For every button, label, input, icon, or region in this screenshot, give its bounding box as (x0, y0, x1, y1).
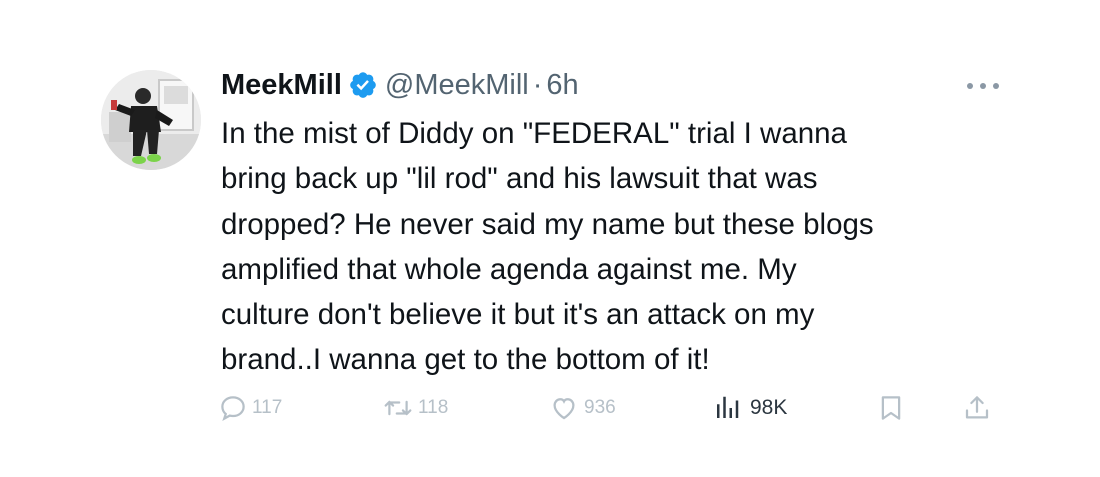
like-button[interactable]: 936 (548, 388, 616, 428)
reply-button[interactable]: 117 (218, 388, 282, 428)
like-count: 936 (584, 397, 616, 418)
views-count: 98K (750, 396, 788, 419)
verified-badge-icon (348, 70, 378, 100)
tweet-card[interactable]: MeekMill @MeekMill · 6h In the mist of D… (0, 0, 1100, 477)
tweet-text-line: culture don't believe it but it's an att… (221, 298, 815, 332)
tweet-text-line: dropped? He never said my name but these… (221, 207, 874, 241)
reply-icon (218, 393, 248, 423)
analytics-icon (712, 393, 742, 423)
repost-icon (382, 393, 414, 423)
share-button[interactable] (962, 388, 992, 428)
repost-count: 118 (418, 397, 449, 418)
separator-dot: · (532, 68, 543, 101)
tweet-text-line: amplified that whole agenda against me. … (221, 252, 797, 286)
heart-icon (548, 393, 580, 423)
views-button[interactable]: 98K (712, 388, 787, 428)
tweet-text-line: brand..I wanna get to the bottom of it! (221, 343, 710, 377)
user-handle[interactable]: @MeekMill (385, 69, 529, 102)
bookmark-icon (876, 393, 906, 423)
tweet-header: MeekMill @MeekMill · 6h (221, 63, 579, 107)
display-name[interactable]: MeekMill (221, 69, 342, 102)
user-avatar[interactable] (101, 70, 201, 170)
tweet-actions: 117 118 936 98K (218, 388, 1008, 428)
share-icon (962, 393, 992, 423)
tweet-text-line: bring back up "lil rod" and his lawsuit … (221, 162, 818, 196)
timestamp[interactable]: 6h (546, 69, 578, 102)
reply-count: 117 (252, 397, 283, 418)
more-horizontal-icon[interactable] (963, 78, 1003, 94)
bookmark-button[interactable] (876, 388, 906, 428)
tweet-text: In the mist of Diddy on "FEDERAL" trial … (221, 111, 1011, 383)
repost-button[interactable]: 118 (382, 388, 448, 428)
tweet-text-line: In the mist of Diddy on "FEDERAL" trial … (221, 117, 847, 150)
